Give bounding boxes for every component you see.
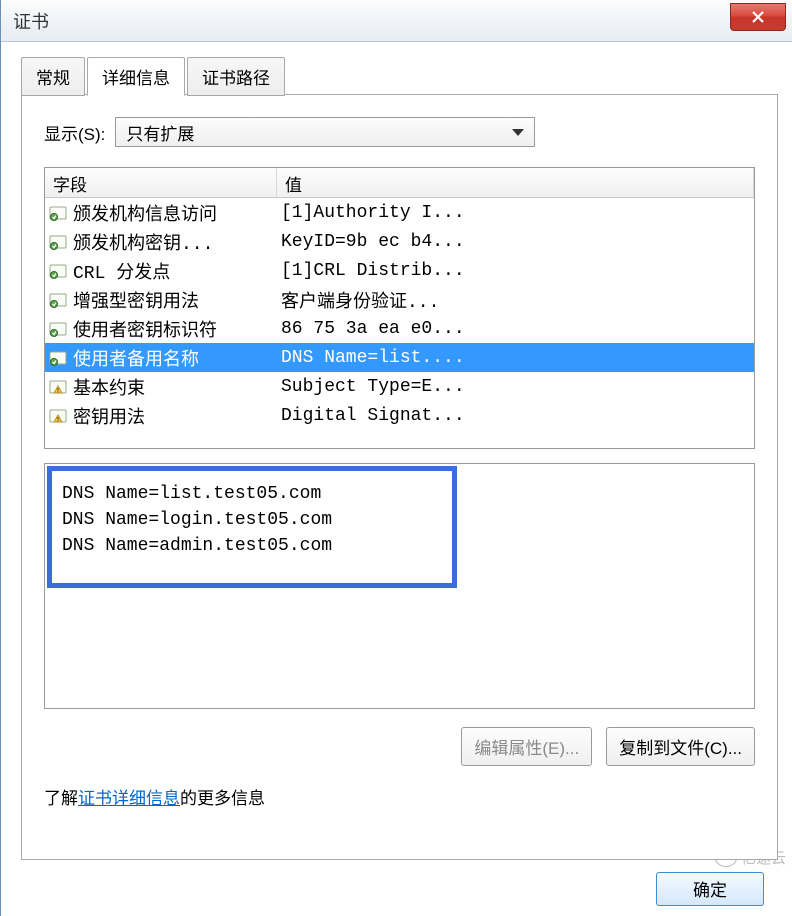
- dropdown-value: 只有扩展: [126, 120, 194, 145]
- row-value: KeyID=9b ec b4...: [277, 232, 754, 252]
- copy-to-file-button[interactable]: 复制到文件(C)...: [606, 727, 755, 766]
- tab-general[interactable]: 常规: [21, 57, 85, 96]
- info-prefix: 了解: [44, 789, 78, 808]
- table-row[interactable]: 使用者备用名称DNS Name=list....: [45, 343, 754, 372]
- row-value: Digital Signat...: [277, 406, 754, 426]
- detail-line: DNS Name=list.test05.com: [62, 481, 442, 507]
- info-line: 了解证书详细信息的更多信息: [44, 784, 755, 809]
- row-value: Subject Type=E...: [277, 377, 754, 397]
- row-field: 密钥用法: [45, 403, 277, 429]
- detail-box[interactable]: DNS Name=list.test05.comDNS Name=login.t…: [44, 463, 755, 709]
- certificate-details-link[interactable]: 证书详细信息: [78, 789, 180, 808]
- table-row[interactable]: 颁发机构密钥...KeyID=9b ec b4...: [45, 227, 754, 256]
- show-row: 显示(S): 只有扩展: [44, 117, 755, 147]
- table-row[interactable]: 基本约束Subject Type=E...: [45, 372, 754, 401]
- edit-properties-button: 编辑属性(E)...: [461, 727, 592, 766]
- tab-certpath[interactable]: 证书路径: [187, 57, 285, 96]
- detail-highlight: DNS Name=list.test05.comDNS Name=login.t…: [47, 466, 457, 588]
- row-field: 增强型密钥用法: [45, 287, 277, 313]
- row-field: 颁发机构信息访问: [45, 200, 277, 226]
- table-row[interactable]: 使用者密钥标识符86 75 3a ea e0...: [45, 314, 754, 343]
- row-value: 客户端身份验证...: [277, 287, 754, 313]
- column-field[interactable]: 字段: [45, 168, 277, 197]
- footer: 确定: [21, 860, 778, 916]
- detail-line: DNS Name=admin.test05.com: [62, 533, 442, 559]
- ok-button[interactable]: 确定: [656, 872, 764, 906]
- table-row[interactable]: CRL 分发点[1]CRL Distrib...: [45, 256, 754, 285]
- column-value[interactable]: 值: [277, 168, 754, 197]
- close-button[interactable]: [730, 3, 786, 31]
- row-value: [1]Authority I...: [277, 203, 754, 223]
- content-area: 常规 详细信息 证书路径 显示(S): 只有扩展 字段 值 颁发机构信息访问[1…: [1, 42, 792, 916]
- table-row[interactable]: 增强型密钥用法客户端身份验证...: [45, 285, 754, 314]
- button-row: 编辑属性(E)... 复制到文件(C)...: [44, 727, 755, 766]
- row-field: 基本约束: [45, 374, 277, 400]
- row-field: 使用者备用名称: [45, 345, 277, 371]
- close-icon: [751, 10, 765, 24]
- table-header: 字段 值: [45, 168, 754, 198]
- detail-line: DNS Name=login.test05.com: [62, 507, 442, 533]
- tab-details[interactable]: 详细信息: [87, 57, 185, 96]
- row-value: 86 75 3a ea e0...: [277, 319, 754, 339]
- row-field: CRL 分发点: [45, 258, 277, 284]
- table-row[interactable]: 密钥用法Digital Signat...: [45, 401, 754, 430]
- tab-body: 显示(S): 只有扩展 字段 值 颁发机构信息访问[1]Authority I.…: [21, 94, 778, 860]
- row-field: 使用者密钥标识符: [45, 316, 277, 342]
- certificate-dialog: 证书 常规 详细信息 证书路径 显示(S): 只有扩展 字段: [0, 0, 792, 916]
- table-row[interactable]: 颁发机构信息访问[1]Authority I...: [45, 198, 754, 227]
- show-label: 显示(S):: [44, 120, 105, 145]
- row-field: 颁发机构密钥...: [45, 229, 277, 255]
- row-value: [1]CRL Distrib...: [277, 261, 754, 281]
- field-table: 字段 值 颁发机构信息访问[1]Authority I...颁发机构密钥...K…: [44, 167, 755, 449]
- chevron-down-icon: [512, 129, 524, 136]
- info-suffix: 的更多信息: [180, 789, 265, 808]
- tab-row: 常规 详细信息 证书路径: [21, 56, 778, 95]
- titlebar: 证书: [1, 0, 792, 42]
- window-title: 证书: [13, 8, 49, 34]
- table-body: 颁发机构信息访问[1]Authority I...颁发机构密钥...KeyID=…: [45, 198, 754, 448]
- row-value: DNS Name=list....: [277, 348, 754, 368]
- show-dropdown[interactable]: 只有扩展: [115, 117, 535, 147]
